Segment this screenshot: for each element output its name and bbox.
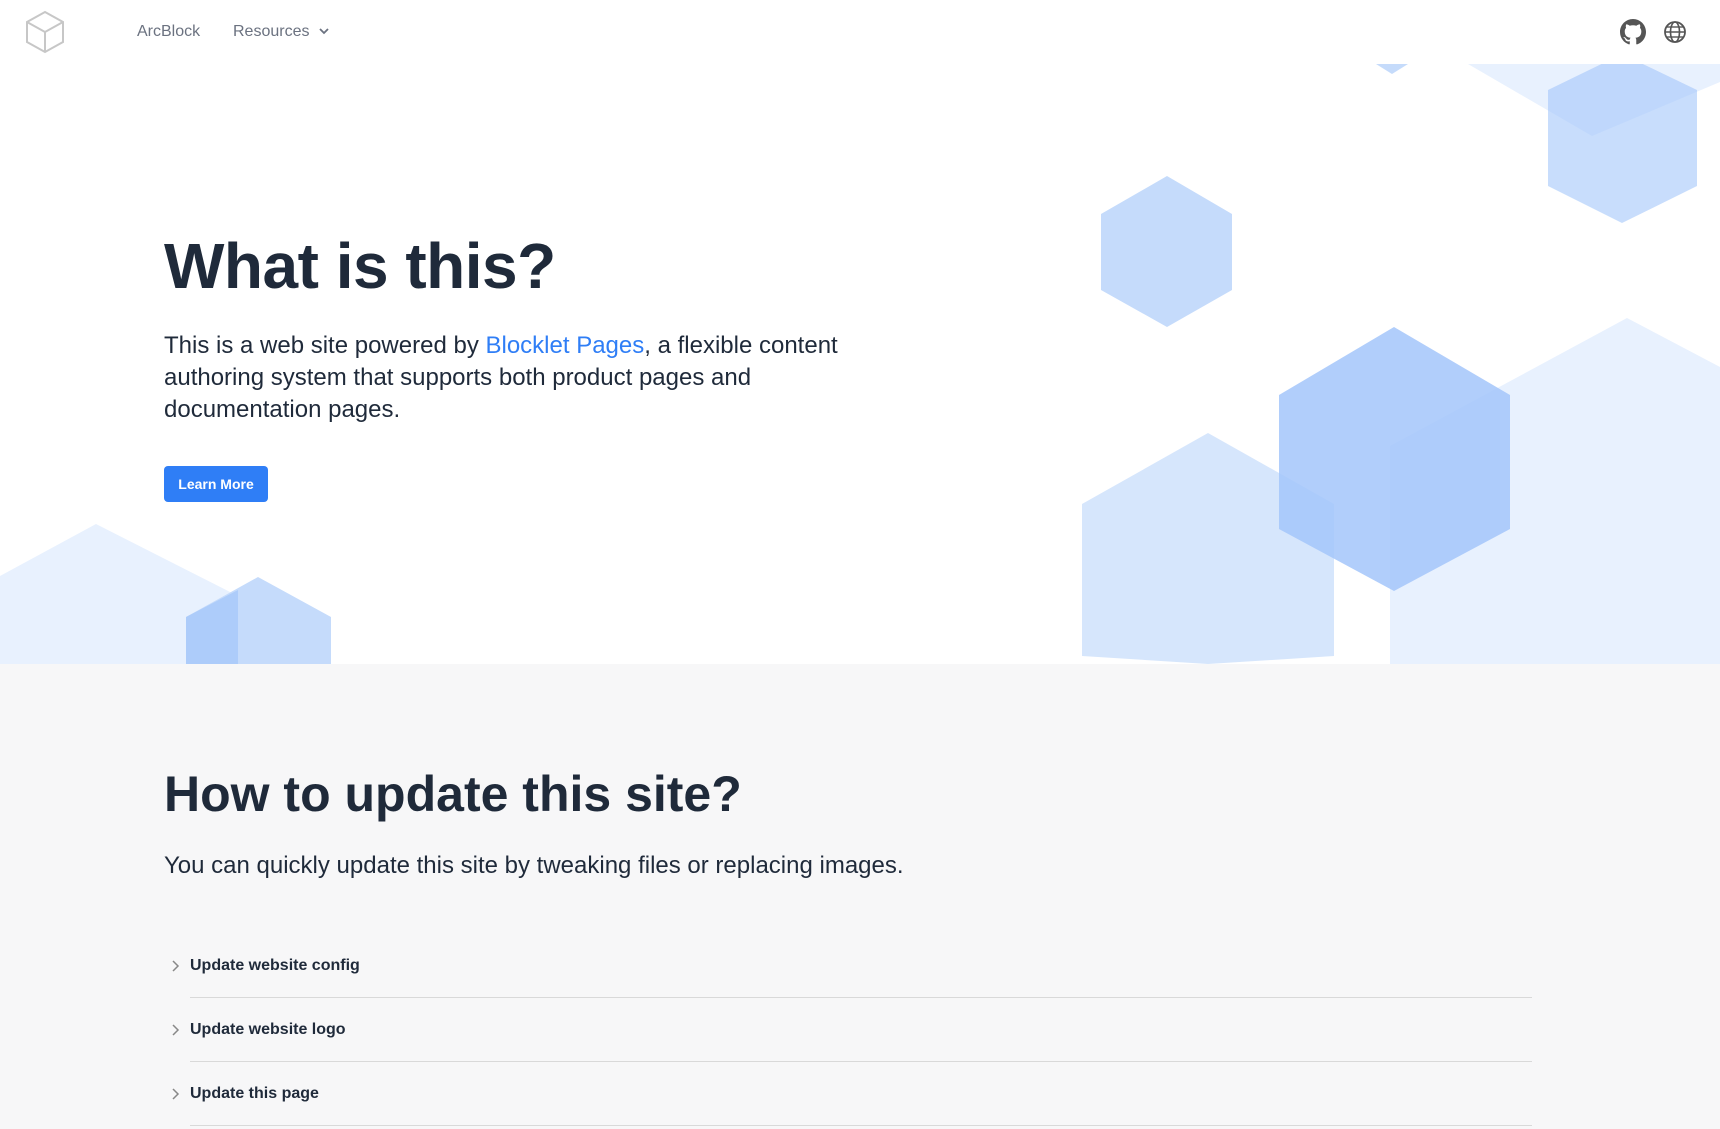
section-title: How to update this site? (164, 766, 742, 822)
accordion-item-page[interactable]: Update this page (164, 1062, 1532, 1126)
chevron-down-icon[interactable] (317, 24, 331, 38)
nav-arcblock-link[interactable]: ArcBlock (137, 22, 200, 42)
accordion-label: Update this page (190, 1085, 319, 1102)
hero-description: This is a web site powered by Blocklet P… (164, 330, 864, 426)
accordion-item-logo[interactable]: Update website logo (164, 998, 1532, 1062)
chevron-right-icon (172, 960, 180, 972)
accordion-item-config[interactable]: Update website config (164, 934, 1532, 998)
update-section: How to update this site? You can quickly… (0, 664, 1720, 1129)
divider (190, 1125, 1532, 1126)
globe-icon[interactable] (1662, 19, 1688, 45)
learn-more-button[interactable]: Learn More (164, 466, 268, 502)
nav-resources-menu[interactable]: Resources (233, 22, 309, 42)
cube-icon[interactable] (24, 10, 66, 54)
hero-section: What is this? This is a web site powered… (0, 64, 1720, 664)
accordion-label: Update website logo (190, 1021, 346, 1038)
hero-title: What is this? (164, 230, 556, 302)
top-nav-bar: ArcBlock Resources (0, 0, 1720, 64)
accordion-label: Update website config (190, 957, 360, 974)
chevron-right-icon (172, 1024, 180, 1036)
hero-description-text: This is a web site powered by (164, 332, 486, 359)
chevron-right-icon (172, 1088, 180, 1100)
github-icon[interactable] (1620, 19, 1646, 45)
section-subtitle: You can quickly update this site by twea… (164, 852, 904, 879)
blocklet-pages-link[interactable]: Blocklet Pages (485, 332, 644, 359)
